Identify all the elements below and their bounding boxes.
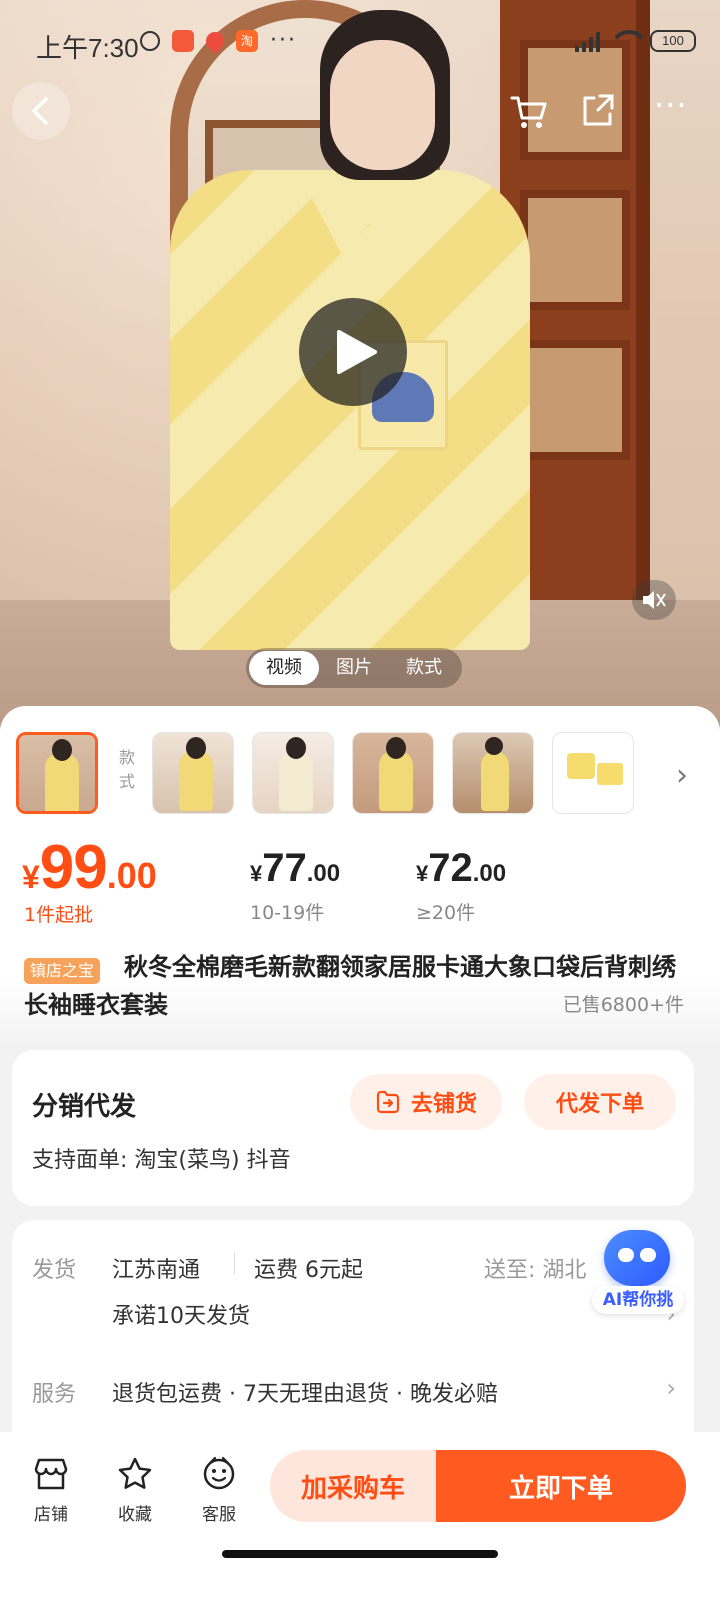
distribution-card: 分销代发 支持面单: 淘宝(菜鸟) 抖音 去铺货 代发下单 — [12, 1050, 694, 1206]
store-tab[interactable]: 店铺 — [16, 1454, 86, 1525]
dropship-order-button[interactable]: 代发下单 — [524, 1074, 676, 1130]
wifi-icon — [610, 30, 640, 52]
play-icon — [337, 330, 377, 374]
price-main: ¥99.00 — [22, 833, 157, 902]
mute-button[interactable] — [632, 580, 676, 620]
share-button[interactable] — [580, 92, 616, 137]
store-treasure-badge: 镇店之宝 — [24, 958, 101, 984]
shipping-label: 发货 — [32, 1258, 77, 1283]
home-indicator[interactable] — [222, 1550, 498, 1558]
service-chevron-icon[interactable]: › — [666, 1374, 676, 1402]
price-tier-2-range: ≥20件 — [416, 902, 476, 924]
status-bar: 上午7:30 淘 ··· 100 — [0, 0, 720, 84]
chevron-right-icon[interactable]: › — [676, 758, 688, 793]
add-to-cart-button[interactable]: 加采购车 — [270, 1450, 436, 1522]
shipping-fee: 运费 6元起 — [254, 1258, 363, 1283]
favorite-tab[interactable]: 收藏 — [100, 1454, 170, 1525]
buy-now-button[interactable]: 立即下单 — [436, 1450, 686, 1522]
variant-thumb-2[interactable] — [152, 732, 234, 814]
tab-styles[interactable]: 款式 — [389, 651, 459, 685]
variant-thumb-3[interactable] — [252, 732, 334, 814]
shipping-origin: 江苏南通 — [112, 1258, 201, 1283]
ai-robot-icon — [604, 1230, 670, 1286]
variant-thumb-1[interactable] — [16, 732, 98, 814]
supported-waybills: 支持面单: 淘宝(菜鸟) 抖音 — [32, 1148, 291, 1173]
style-label: 款式 — [118, 748, 135, 791]
price-tier-1-range: 10-19件 — [250, 902, 325, 924]
media-tabs: 视频 图片 款式 — [246, 648, 462, 688]
sold-count: 已售6800+件 — [562, 994, 684, 1016]
more-dots-icon: ··· — [270, 28, 297, 53]
customer-service-icon — [203, 1456, 235, 1490]
more-icon: ··· — [654, 86, 688, 124]
bottom-action-bar: 店铺 收藏 客服 加采购车 立即下单 — [0, 1432, 720, 1600]
tab-images[interactable]: 图片 — [319, 651, 389, 685]
cart-icon — [510, 96, 547, 128]
more-button[interactable]: ··· — [654, 86, 688, 124]
ai-assistant-label: AI帮你挑 — [592, 1286, 684, 1314]
store-import-icon — [376, 1090, 400, 1114]
price-tier-2: ¥72.00 — [416, 846, 507, 890]
star-icon — [118, 1457, 152, 1489]
variant-thumb-5[interactable] — [452, 732, 534, 814]
list-to-store-button[interactable]: 去铺货 — [350, 1074, 502, 1130]
map-icon — [202, 28, 228, 54]
min-order-note: 1件起批 — [24, 904, 94, 926]
back-icon — [32, 97, 48, 125]
cart-button[interactable] — [510, 94, 548, 139]
taobao-icon: 淘 — [236, 30, 258, 52]
service-items: 退货包运费 · 7天无理由退货 · 晚发必赔 — [112, 1382, 498, 1407]
back-button[interactable] — [12, 82, 70, 140]
variant-thumb-6[interactable] — [552, 732, 634, 814]
notification-icon — [172, 30, 194, 52]
product-detail-page: 视频 图片 款式 上午7:30 淘 ··· 100 ··· 款式 › ¥99.0… — [0, 0, 720, 1600]
signal-icon — [575, 30, 600, 52]
price-tier-1: ¥77.00 — [250, 846, 341, 890]
ship-to-destination[interactable]: 送至: 湖北 — [484, 1252, 586, 1284]
service-label: 服务 — [32, 1382, 77, 1407]
variant-thumb-4[interactable] — [352, 732, 434, 814]
mute-icon — [643, 591, 666, 609]
customer-service-tab[interactable]: 客服 — [184, 1454, 254, 1525]
play-video-button[interactable] — [299, 298, 407, 406]
share-icon — [583, 94, 614, 126]
status-time: 上午7:30 — [36, 33, 139, 63]
ai-assistant-button[interactable]: AI帮你挑 — [588, 1230, 688, 1316]
variant-thumbnails: 款式 › — [16, 730, 706, 816]
battery-icon: 100 — [650, 30, 696, 52]
ship-promise: 承诺10天发货 — [112, 1304, 250, 1329]
distribution-title: 分销代发 — [32, 1092, 137, 1122]
alarm-icon — [140, 31, 160, 51]
tab-video[interactable]: 视频 — [249, 651, 319, 685]
store-icon — [34, 1458, 68, 1490]
